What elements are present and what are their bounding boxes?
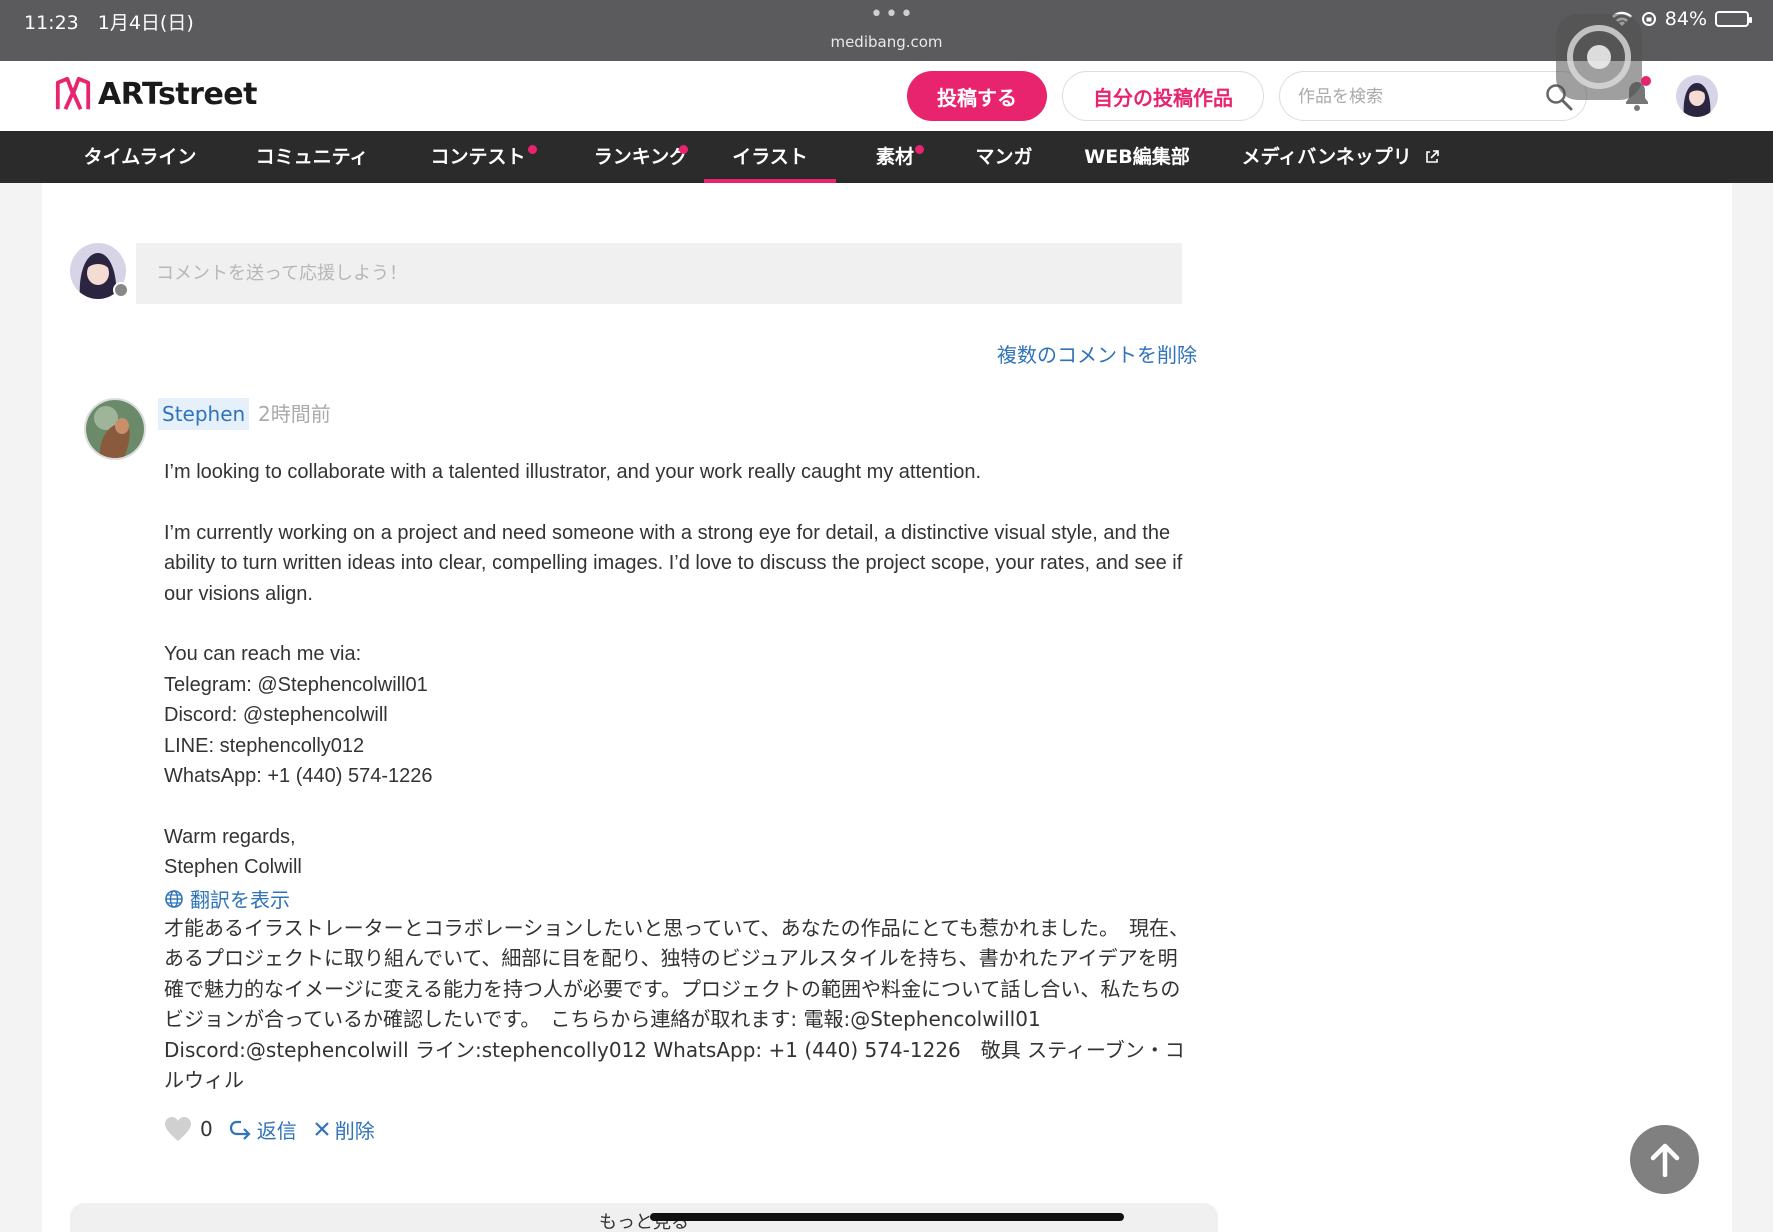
site-logo[interactable]: ARTstreet bbox=[54, 75, 257, 113]
notification-dot bbox=[1641, 76, 1651, 86]
nav-web-editorial[interactable]: WEB編集部 bbox=[1080, 131, 1194, 183]
scroll-to-top-button[interactable] bbox=[1630, 1125, 1699, 1194]
search-input[interactable] bbox=[1298, 85, 1528, 109]
orientation-lock-icon bbox=[1641, 12, 1656, 26]
user-avatar[interactable] bbox=[1676, 75, 1718, 117]
avatar-badge-icon bbox=[113, 282, 129, 298]
battery-icon bbox=[1715, 11, 1752, 27]
commenter-avatar[interactable] bbox=[84, 398, 146, 460]
nav-manga[interactable]: マンガ bbox=[962, 131, 1046, 183]
nav-community[interactable]: コミュニティ bbox=[236, 131, 388, 183]
artstreet-logo-icon bbox=[55, 76, 91, 110]
reply-button[interactable]: 返信 bbox=[229, 1115, 297, 1144]
reply-icon bbox=[229, 1120, 251, 1140]
nav-ranking[interactable]: ランキング bbox=[570, 131, 712, 183]
search-box bbox=[1279, 71, 1587, 121]
comment-actions: 0 返信 削除 bbox=[164, 1113, 375, 1145]
comment-input[interactable] bbox=[136, 243, 1182, 304]
comment-time: 2時間前 bbox=[258, 402, 331, 426]
my-works-button[interactable]: 自分の投稿作品 bbox=[1062, 71, 1264, 121]
more-dots-icon[interactable]: ••• bbox=[870, 2, 915, 27]
nav-ranking-dot bbox=[679, 145, 688, 154]
post-button[interactable]: 投稿する bbox=[907, 71, 1047, 121]
show-translation-label: 翻訳を表示 bbox=[190, 888, 290, 912]
globe-icon bbox=[165, 889, 183, 908]
logo-text: ARTstreet bbox=[98, 76, 257, 112]
commenter-name[interactable]: Stephen bbox=[158, 398, 250, 430]
site-header: ARTstreet 投稿する 自分の投稿作品 bbox=[0, 61, 1773, 131]
delete-button[interactable]: 削除 bbox=[313, 1115, 375, 1144]
comment-translation: 才能あるイラストレーターとコラボレーションしたいと思っていて、あなたの作品にとて… bbox=[164, 916, 1189, 1093]
status-bar: 11:23 1月4日(日) ••• medibang.com 84% bbox=[0, 0, 1773, 61]
like-count: 0 bbox=[200, 1117, 213, 1141]
nav-illust[interactable]: イラスト bbox=[704, 131, 836, 183]
arrow-up-icon bbox=[1650, 1143, 1679, 1177]
battery-percent: 84% bbox=[1664, 8, 1707, 30]
external-link-icon bbox=[1426, 150, 1440, 163]
heart-icon[interactable] bbox=[164, 1116, 192, 1142]
nav-timeline[interactable]: タイムライン bbox=[64, 131, 216, 183]
home-indicator bbox=[650, 1213, 1124, 1221]
nav-contest-dot bbox=[528, 145, 537, 154]
address-url[interactable]: medibang.com bbox=[0, 33, 1773, 51]
nav-material-dot bbox=[915, 145, 924, 154]
assistive-touch-button[interactable] bbox=[1556, 14, 1642, 100]
nav-material[interactable]: 素材 bbox=[860, 131, 930, 183]
nav-netprint[interactable]: メディバンネップリ bbox=[1236, 131, 1446, 183]
nav-contest[interactable]: コンテスト bbox=[408, 131, 548, 183]
comment-body: I’m looking to collaborate with a talent… bbox=[164, 461, 1183, 879]
main-nav: タイムライン コミュニティ コンテスト ランキング イラスト 素材 マンガ WE… bbox=[0, 131, 1773, 183]
bulk-delete-comments-link[interactable]: 複数のコメントを削除 bbox=[997, 339, 1197, 368]
status-time: 11:23 1月4日(日) bbox=[24, 12, 194, 34]
close-icon bbox=[314, 1122, 329, 1136]
show-translation-link[interactable]: 翻訳を表示 bbox=[164, 884, 290, 913]
